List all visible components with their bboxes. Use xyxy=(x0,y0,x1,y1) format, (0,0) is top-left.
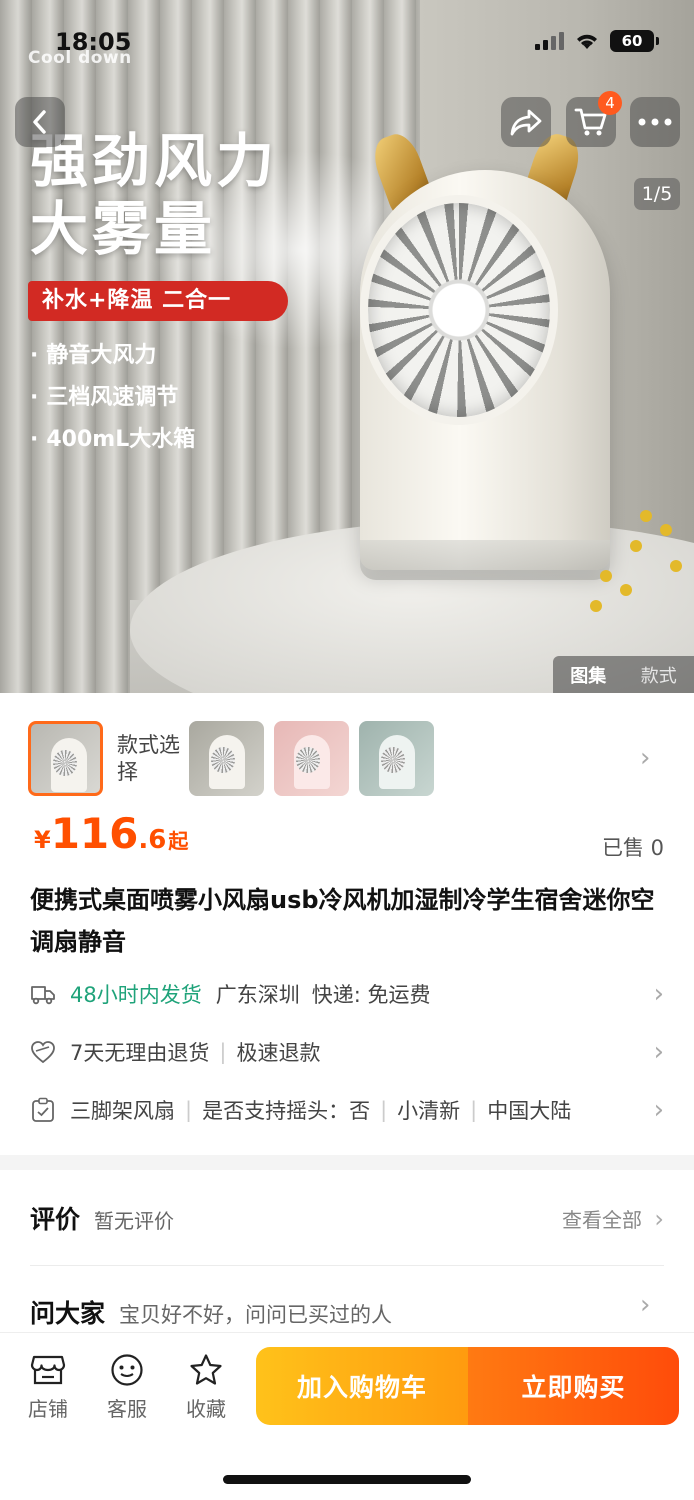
chevron-right-icon[interactable]: › xyxy=(640,743,650,773)
chevron-right-icon[interactable]: › xyxy=(640,1290,650,1320)
cart-count-badge: 4 xyxy=(598,91,622,115)
view-all-label: 查看全部 xyxy=(562,1208,643,1232)
feature-bullet: 三档风速调节 xyxy=(30,382,195,424)
flowers-decoration xyxy=(580,500,694,630)
feature-bullets: 静音大风力 三档风速调节 400mL大水箱 xyxy=(30,340,195,466)
style-thumbnail[interactable] xyxy=(359,721,434,796)
product-info-card: 款式选择 › ¥116.6 起 已售 0 便携式桌面喷雾小风扇usb冷风机加湿制冷… xyxy=(0,693,694,1155)
add-to-cart-button[interactable]: 加入购物车 xyxy=(256,1347,468,1425)
image-page-indicator: 1/5 xyxy=(634,178,680,210)
shop-button[interactable]: 店铺 xyxy=(18,1351,78,1422)
param-item: 小清新 xyxy=(397,1099,461,1123)
param-item: 中国大陆 xyxy=(487,1099,572,1123)
store-icon xyxy=(18,1351,78,1389)
home-indicator xyxy=(223,1475,471,1484)
return-policy: 7天无理由退货 xyxy=(70,1041,210,1065)
ask-hint: 宝贝好不好，问问已买过的人 xyxy=(119,1303,393,1327)
reviews-title: 评价 xyxy=(30,1205,81,1234)
more-dots-icon xyxy=(638,118,672,126)
buy-now-button[interactable]: 立即购买 xyxy=(468,1347,679,1425)
cart-button[interactable]: 4 xyxy=(566,91,622,147)
cellular-signal-icon xyxy=(535,32,564,50)
style-thumbnail[interactable] xyxy=(189,721,264,796)
fan-grill xyxy=(360,195,558,425)
gallery-tabs: 图集 款式 xyxy=(553,656,694,693)
headline-line2: 大雾量 xyxy=(30,195,217,263)
tab-gallery[interactable]: 图集 xyxy=(570,662,606,688)
service-label: 客服 xyxy=(107,1397,147,1421)
shipping-row[interactable]: 48小时内发货 广东深圳 快递: 免运费 › xyxy=(30,974,664,1014)
feature-bullet: 400mL大水箱 xyxy=(30,424,195,466)
product-title: 便携式桌面喷雾小风扇usb冷风机加湿制冷学生宿舍迷你空调扇静音 xyxy=(30,886,655,956)
view-all-reviews-link[interactable]: 查看全部 › xyxy=(562,1204,664,1233)
service-row[interactable]: 7天无理由退货 | 极速退款 › xyxy=(30,1032,664,1072)
status-time: 18:05 xyxy=(55,28,132,56)
params-row[interactable]: 三脚架风扇 | 是否支持摇头：否 | 小清新 | 中国大陆 › xyxy=(30,1090,664,1130)
back-button[interactable] xyxy=(15,97,65,147)
chevron-left-icon xyxy=(33,110,46,134)
shield-heart-icon xyxy=(30,1039,56,1065)
reviews-status: 暂无评价 xyxy=(94,1209,175,1233)
refund-policy: 极速退款 xyxy=(236,1041,321,1065)
style-select-label[interactable]: 款式选择 xyxy=(117,732,181,786)
favorite-button[interactable]: 收藏 xyxy=(176,1351,236,1422)
shipping-time: 48小时内发货 xyxy=(70,983,202,1007)
separator: | xyxy=(380,1098,388,1122)
shipping-origin: 广东深圳 xyxy=(215,983,300,1007)
chat-face-icon xyxy=(97,1351,157,1389)
chevron-right-icon: › xyxy=(653,1037,664,1067)
favorite-label: 收藏 xyxy=(186,1397,226,1421)
style-thumbnail[interactable] xyxy=(274,721,349,796)
ask-everyone-row[interactable]: 问大家 宝贝好不好，问问已买过的人 xyxy=(30,1294,392,1330)
divider xyxy=(30,1265,664,1266)
price-suffix: 起 xyxy=(168,829,189,853)
separator: | xyxy=(185,1098,193,1122)
price-currency: ¥ xyxy=(34,826,51,854)
share-button[interactable] xyxy=(501,97,551,147)
separator: | xyxy=(219,1040,227,1064)
chevron-right-icon: › xyxy=(653,979,664,1009)
shop-label: 店铺 xyxy=(28,1397,68,1421)
style-thumbnails[interactable]: 款式选择 xyxy=(28,721,444,796)
feature-bullet: 静音大风力 xyxy=(30,340,195,382)
tab-styles[interactable]: 款式 xyxy=(641,662,677,688)
param-item: 三脚架风扇 xyxy=(70,1099,175,1123)
chevron-right-icon: › xyxy=(654,1205,664,1233)
share-icon xyxy=(510,109,542,136)
battery-icon: 60 xyxy=(610,30,659,52)
clipboard-icon xyxy=(30,1097,56,1123)
fan-water-tank xyxy=(360,540,610,580)
bottom-action-bar: 店铺 客服 收藏 加入购物车 立即购买 xyxy=(0,1332,694,1500)
star-icon xyxy=(176,1351,236,1389)
wifi-icon xyxy=(577,34,597,49)
sold-count: 已售 0 xyxy=(601,836,664,860)
fan-product-photo xyxy=(360,128,610,580)
truck-icon xyxy=(30,981,56,1007)
separator: | xyxy=(470,1098,478,1122)
param-item: 是否支持摇头：否 xyxy=(202,1099,371,1123)
price-integer: 116 xyxy=(50,809,139,858)
headline-line1: 强劲风力 xyxy=(30,127,279,195)
feature-badge: 补水+降温 二合一 xyxy=(28,281,288,321)
reviews-section: 评价 暂无评价 查看全部 › 问大家 宝贝好不好，问问已买过的人 › xyxy=(0,1170,694,1340)
ask-title: 问大家 xyxy=(30,1299,106,1328)
more-button[interactable] xyxy=(630,97,680,147)
shipping-fee: 快递: 免运费 xyxy=(311,983,431,1007)
reviews-header[interactable]: 评价 暂无评价 xyxy=(30,1200,174,1236)
product-price: ¥116.6 起 xyxy=(34,809,188,858)
chevron-right-icon: › xyxy=(653,1095,664,1125)
status-icons: 60 xyxy=(535,30,659,52)
price-decimal: .6 xyxy=(138,825,167,855)
style-thumbnail-selected[interactable] xyxy=(28,721,103,796)
customer-service-button[interactable]: 客服 xyxy=(97,1351,157,1422)
